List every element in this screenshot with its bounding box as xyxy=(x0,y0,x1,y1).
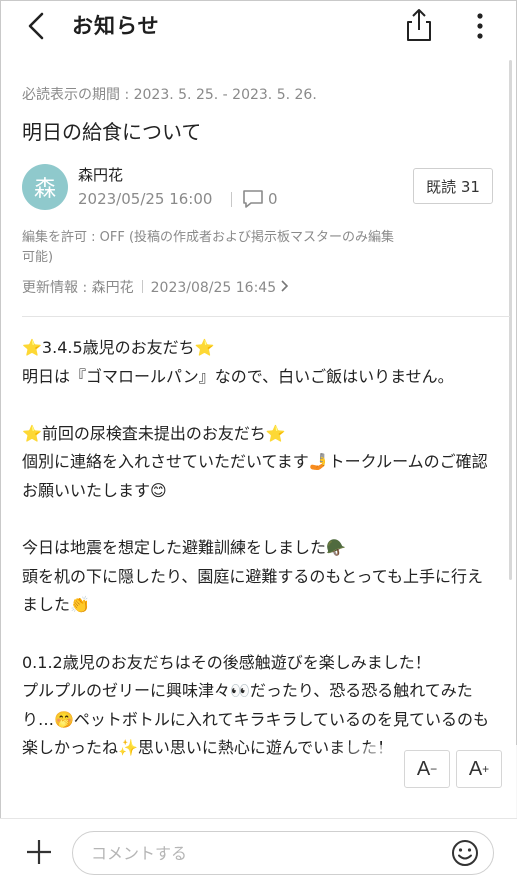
update-divider xyxy=(141,280,143,293)
edit-permission: 編集を許可 : OFF (投稿の作成者および掲示板マスターのみ編集可能) xyxy=(22,230,395,265)
body-line: 頭を机の下に隠したり、園庭に避難するのもとっても上手に行えました👏 xyxy=(22,566,483,615)
font-decrease-button[interactable]: A − xyxy=(404,750,450,788)
comment-input[interactable] xyxy=(72,831,494,875)
comment-icon[interactable] xyxy=(242,189,264,209)
avatar-initial: 森 xyxy=(33,177,56,202)
emoji-icon[interactable] xyxy=(450,838,480,868)
back-icon[interactable] xyxy=(22,8,54,44)
post-body: ⭐3.4.5歳児のお友だち⭐ 明日は『ゴマロールパン』なので、白いご飯はいりませ… xyxy=(22,334,492,763)
plus-small-icon: + xyxy=(482,762,490,776)
scrollbar[interactable] xyxy=(509,60,512,580)
body-line xyxy=(22,391,492,420)
minus-icon: − xyxy=(430,762,438,776)
comment-count: 0 xyxy=(268,190,278,208)
update-info[interactable]: 更新情報 : 森円花 2023/08/25 16:45 xyxy=(22,277,289,297)
body-line xyxy=(22,620,492,649)
author-name[interactable]: 森円花 xyxy=(78,164,123,185)
update-label: 更新情報 : 森円花 xyxy=(22,280,134,296)
update-date: 2023/08/25 16:45 xyxy=(150,280,277,296)
more-icon[interactable] xyxy=(470,8,490,44)
post-title: 明日の給食について xyxy=(22,120,202,144)
plus-icon[interactable] xyxy=(24,837,54,867)
body-line: 明日は『ゴマロールパン』なので、白いご飯はいりません。 xyxy=(22,366,454,386)
body-line: 0.1.2歳児のお友だちはその後感触遊びを楽しみました！ xyxy=(22,652,431,672)
read-count-button[interactable]: 既読 31 xyxy=(413,168,493,204)
share-icon[interactable] xyxy=(402,6,436,44)
body-line: 個別に連絡を入れさせていただいてます🤳トークルームのご確認お願いいたします😊 xyxy=(22,452,488,500)
required-reading-period: 必読表示の期間 : 2023. 5. 25. - 2023. 5. 26. xyxy=(22,87,317,103)
header: お知らせ xyxy=(0,0,517,56)
body-line: 今日は地震を想定した避難訓練をしました🪖 xyxy=(22,538,346,558)
post-date: 2023/05/25 16:00 xyxy=(78,190,213,208)
font-increase-label: A xyxy=(468,757,483,780)
font-decrease-label: A xyxy=(416,757,431,780)
meta-divider xyxy=(231,192,232,207)
body-line: ⭐3.4.5歳児のお友だち⭐ xyxy=(22,338,215,357)
font-increase-button[interactable]: A + xyxy=(456,750,502,788)
comment-bar xyxy=(0,818,517,888)
page-title: お知らせ xyxy=(72,14,160,38)
avatar[interactable]: 森 xyxy=(22,164,68,210)
chevron-right-icon xyxy=(281,280,289,292)
content-divider xyxy=(22,316,510,317)
body-line xyxy=(22,506,492,535)
body-line: ⭐前回の尿検査未提出のお友だち⭐ xyxy=(22,423,286,443)
